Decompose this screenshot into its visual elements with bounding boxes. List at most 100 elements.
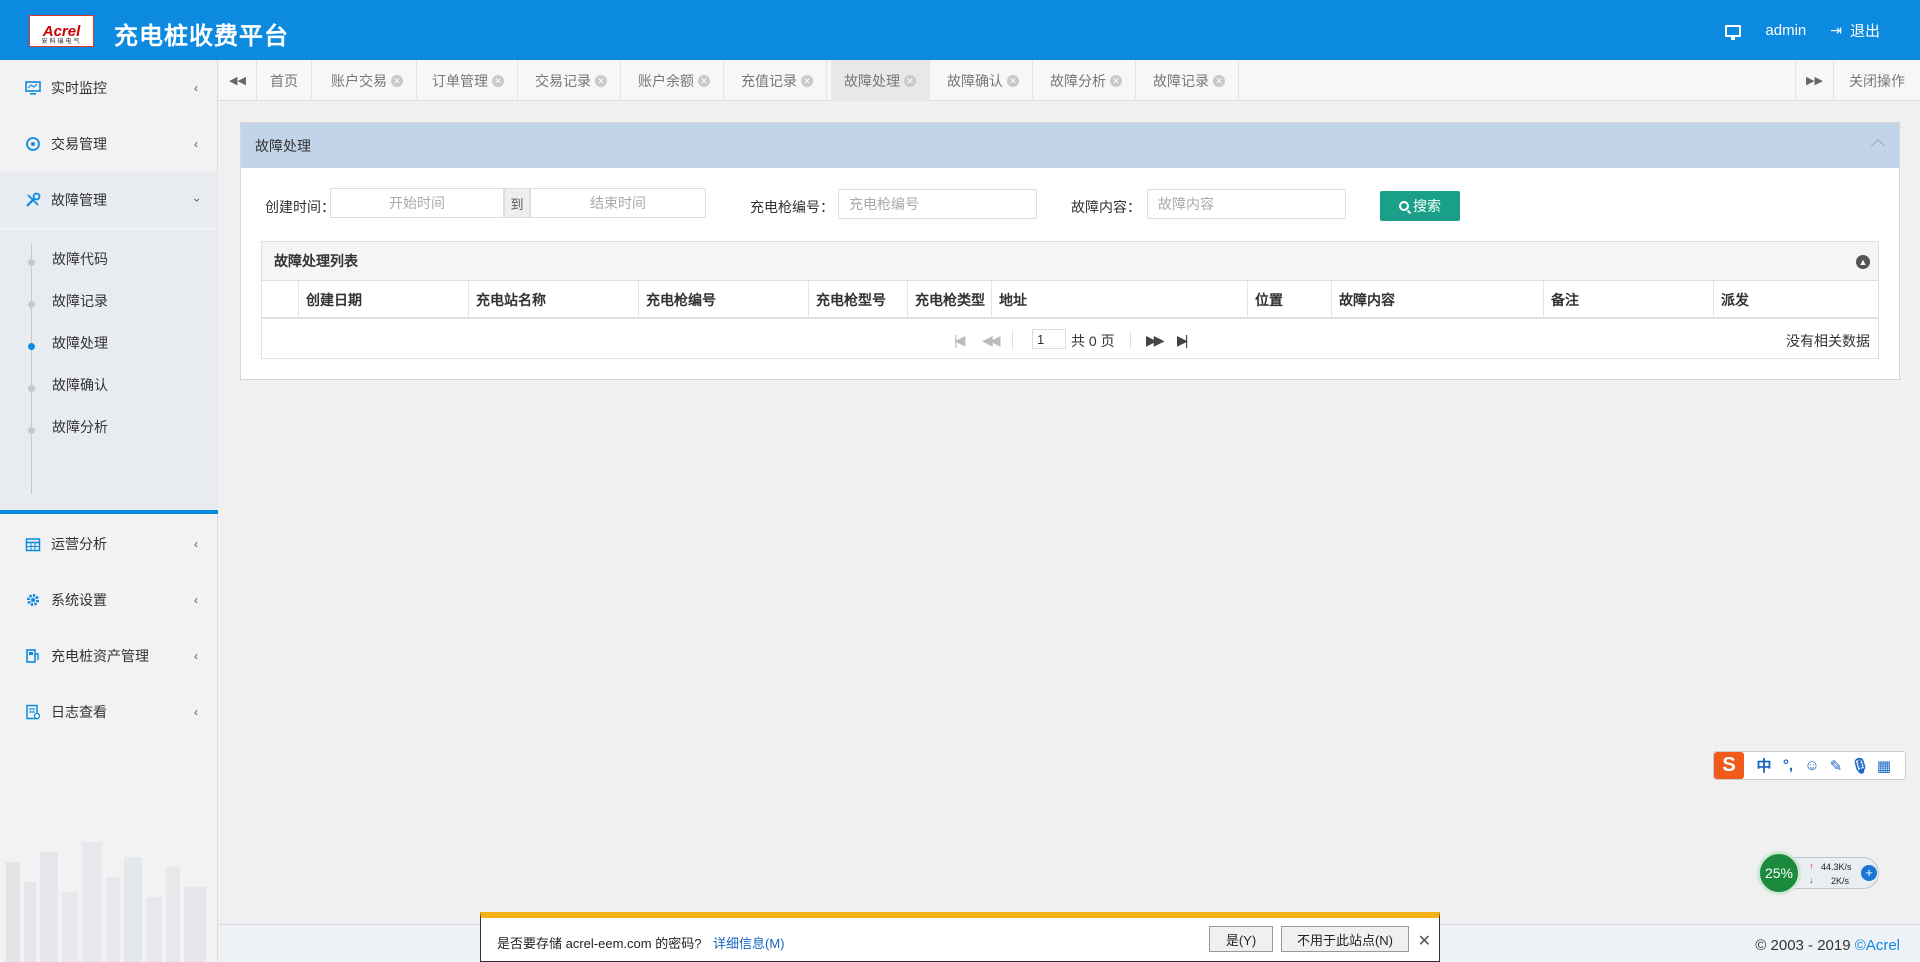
double-chevron-right-icon: ▶▶ — [1806, 75, 1823, 87]
panel-header: 故障处理 — [241, 123, 1899, 168]
tab-home[interactable]: 首页 — [257, 60, 312, 101]
close-icon[interactable]: ✕ — [1213, 74, 1225, 87]
double-chevron-left-icon: ◀◀ — [229, 75, 246, 87]
sidebar-item-realtime-monitor[interactable]: 实时监控 ‹ — [0, 60, 218, 116]
sidebar-item-operations-analysis[interactable]: 运营分析 ‹ — [0, 516, 218, 572]
brand-logo[interactable]: Acrel 安科瑞电气 — [29, 15, 94, 47]
grid-icon[interactable]: ▦ — [1872, 757, 1896, 775]
next-page-icon[interactable]: ▶▶ — [1146, 332, 1164, 349]
network-speed-widget[interactable]: 25% ↑ 44.3K/s ↓ 2K/s + — [1757, 851, 1881, 895]
close-icon[interactable]: ✕ — [904, 74, 916, 87]
chevron-left-icon: ‹ — [194, 137, 198, 151]
tab-order-management[interactable]: 订单管理 ✕ — [419, 60, 518, 101]
page-number-input[interactable]: 1 — [1032, 329, 1066, 349]
sidebar-item-transaction[interactable]: 交易管理 ‹ — [0, 116, 218, 172]
collapse-icon[interactable] — [1870, 138, 1886, 154]
tab-scroll-left-button[interactable]: ◀◀ — [219, 60, 257, 101]
tab-recharge-record[interactable]: 充值记录 ✕ — [728, 60, 827, 101]
emoji-icon[interactable]: ☺ — [1800, 757, 1824, 774]
close-icon[interactable]: ✕ — [1418, 931, 1431, 951]
close-icon[interactable]: ✕ — [1110, 74, 1122, 87]
arrow-up-circle-icon[interactable]: ▲ — [1856, 255, 1870, 269]
sidebar-item-charger-assets[interactable]: 充电桩资产管理 ‹ — [0, 628, 218, 684]
tab-fault-confirm[interactable]: 故障确认 ✕ — [934, 60, 1033, 101]
sidebar-item-fault-management[interactable]: 故障管理 ‹ — [0, 172, 218, 228]
submenu-item-fault-code[interactable]: 故障代码 — [0, 241, 218, 283]
search-button[interactable]: 搜索 — [1380, 191, 1460, 221]
ime-punctuation-toggle[interactable]: °, — [1776, 757, 1800, 774]
username[interactable]: admin — [1765, 22, 1806, 39]
logo-subtext: 安科瑞电气 — [41, 39, 82, 45]
column-header[interactable]: 充电站名称 — [468, 281, 638, 319]
logout-icon[interactable]: ⇥ — [1830, 22, 1842, 39]
tab-fault-analysis[interactable]: 故障分析 ✕ — [1037, 60, 1136, 101]
list-header: 故障处理列表 ▲ — [262, 242, 1878, 281]
submenu-label: 故障分析 — [52, 419, 108, 435]
tab-transaction-record[interactable]: 交易记录 ✕ — [522, 60, 621, 101]
close-icon[interactable]: ✕ — [801, 74, 813, 87]
city-skyline-decoration — [6, 842, 206, 962]
column-header[interactable]: 故障内容 — [1331, 281, 1543, 319]
pager-divider — [1130, 331, 1131, 349]
plus-icon[interactable]: + — [1861, 865, 1877, 881]
close-icon[interactable]: ✕ — [698, 74, 710, 87]
tab-label: 账户交易 — [331, 72, 387, 89]
copyright-brand[interactable]: ©Acrel — [1855, 937, 1900, 954]
submenu-item-fault-record[interactable]: 故障记录 — [0, 283, 218, 325]
column-header[interactable]: 充电枪型号 — [808, 281, 907, 319]
first-page-icon[interactable]: |◀ — [954, 332, 966, 349]
last-page-icon[interactable]: ▶| — [1177, 332, 1189, 349]
submenu-item-fault-analysis[interactable]: 故障分析 — [0, 409, 218, 451]
column-header[interactable]: 地址 — [991, 281, 1247, 319]
bullet-icon — [28, 384, 35, 392]
screen-icon[interactable] — [1725, 24, 1742, 40]
charger-icon — [25, 648, 41, 664]
close-icon[interactable]: ✕ — [391, 74, 403, 87]
details-link[interactable]: 详细信息(M) — [713, 933, 785, 952]
ime-mode-toggle[interactable]: 中 — [1752, 755, 1776, 776]
tab-label: 首页 — [270, 72, 298, 89]
close-icon[interactable]: ✕ — [595, 74, 607, 87]
pen-icon[interactable]: ✎ — [1824, 757, 1848, 775]
column-header[interactable]: 充电枪编号 — [638, 281, 808, 319]
sidebar-item-log-view[interactable]: 日志查看 ‹ — [0, 684, 218, 740]
close-icon[interactable]: ✕ — [492, 74, 504, 87]
close-operations-button[interactable]: 关闭操作 — [1833, 60, 1920, 101]
tab-account-balance[interactable]: 账户余额 ✕ — [625, 60, 724, 101]
submenu-label: 故障处理 — [52, 335, 108, 351]
tab-account-transaction[interactable]: 账户交易 ✕ — [318, 60, 417, 101]
log-icon — [25, 704, 41, 720]
tab-label: 账户余额 — [638, 72, 694, 89]
submenu-item-fault-confirm[interactable]: 故障确认 — [0, 367, 218, 409]
download-arrow-icon: ↓ — [1809, 875, 1814, 885]
column-header[interactable]: 充电枪类型 — [907, 281, 991, 319]
sidebar-item-label: 交易管理 — [51, 136, 107, 152]
search-button-label: 搜索 — [1413, 198, 1441, 214]
chevron-left-icon: ‹ — [194, 593, 198, 607]
tab-label: 订单管理 — [432, 72, 488, 89]
column-header[interactable]: 备注 — [1543, 281, 1713, 319]
list-title: 故障处理列表 — [274, 253, 358, 269]
close-icon[interactable]: ✕ — [1007, 74, 1019, 87]
column-header[interactable]: 创建日期 — [298, 281, 468, 319]
logout-link[interactable]: 退出 — [1850, 20, 1880, 41]
column-header[interactable]: 派发 — [1713, 281, 1880, 319]
fault-content-input[interactable]: 故障内容 — [1147, 189, 1346, 219]
never-for-site-button[interactable]: 不用于此站点(N) — [1281, 926, 1409, 952]
sogou-logo[interactable]: S — [1714, 752, 1744, 779]
submenu-item-fault-handling[interactable]: 故障处理 — [0, 325, 218, 367]
sidebar-item-label: 日志查看 — [51, 704, 107, 720]
column-header[interactable]: 位置 — [1247, 281, 1331, 319]
prev-page-icon[interactable]: ◀◀ — [982, 332, 1000, 349]
end-time-input[interactable]: 结束时间 — [530, 188, 706, 218]
sidebar-item-system-settings[interactable]: 系统设置 ‹ — [0, 572, 218, 628]
gun-number-input[interactable]: 充电枪编号 — [838, 189, 1037, 219]
save-password-question: 是否要存储 acrel-eem.com 的密码? — [497, 936, 702, 951]
microphone-icon[interactable]: 🎙 — [1848, 757, 1872, 775]
gear-icon — [25, 592, 41, 608]
tab-fault-record[interactable]: 故障记录 ✕ — [1140, 60, 1239, 101]
tab-fault-handling[interactable]: 故障处理 ✕ — [831, 60, 930, 101]
start-time-input[interactable]: 开始时间 — [330, 188, 504, 218]
save-password-yes-button[interactable]: 是(Y) — [1209, 926, 1273, 952]
tab-scroll-right-button[interactable]: ▶▶ — [1795, 60, 1833, 101]
